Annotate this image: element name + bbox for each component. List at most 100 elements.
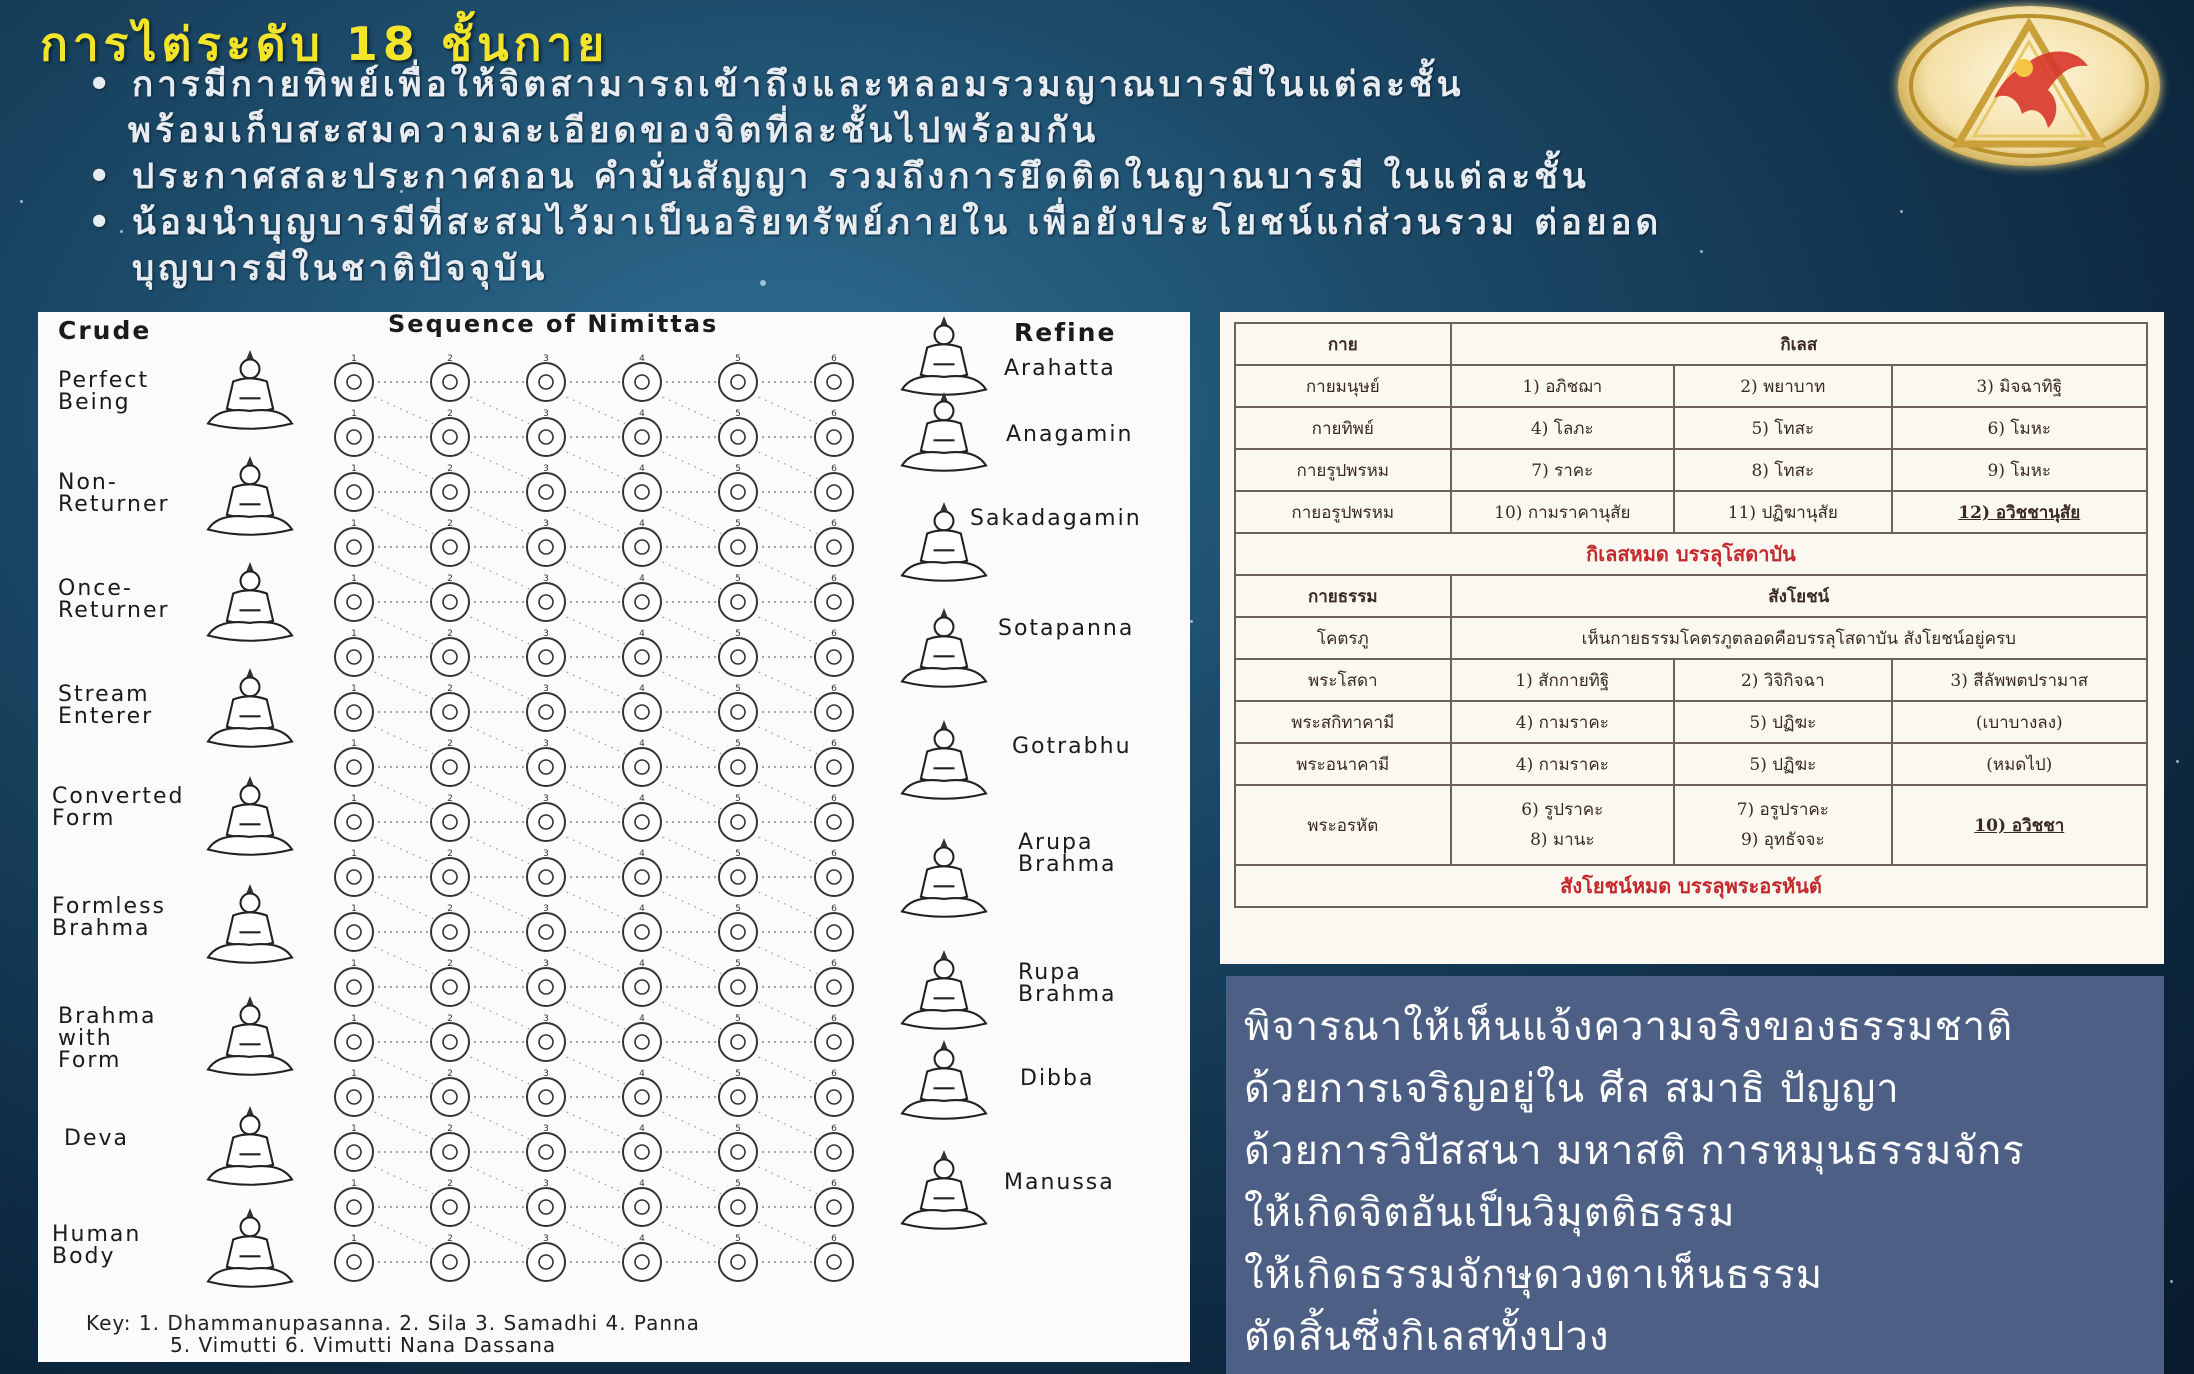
level-label-crude: Converted Form <box>52 784 185 831</box>
nimitta-link <box>463 503 533 536</box>
table-cell: 7) อรูปราคะ 9) อุทธัจจะ <box>1673 784 1893 866</box>
nimitta-number: 5 <box>735 794 741 804</box>
nimitta-circle <box>334 967 374 1007</box>
nimitta-link <box>463 723 533 756</box>
nimitta-link <box>559 503 629 536</box>
nimitta-circle <box>622 362 662 402</box>
table-cell: (หมดไป) <box>1890 742 2149 786</box>
nimitta-link <box>367 778 437 811</box>
nimitta-number: 3 <box>543 1234 549 1244</box>
nimitta-number: 5 <box>735 409 741 419</box>
nimitta-link <box>751 1053 821 1086</box>
nimitta-link <box>655 888 725 921</box>
nimitta-circle <box>526 1132 566 1172</box>
nimitta-link <box>559 723 629 756</box>
seated-buddha-icon <box>206 1106 294 1186</box>
nimitta-number: 4 <box>639 849 645 859</box>
nimitta-circle <box>430 417 470 457</box>
seated-buddha-icon <box>900 720 988 800</box>
key-line-1: Key: 1. Dhammanupasanna. 2. Sila 3. Sama… <box>86 1311 700 1335</box>
nimitta-number: 2 <box>447 1069 453 1079</box>
nimitta-circle <box>814 527 854 567</box>
nimitta-number: 2 <box>447 959 453 969</box>
nimitta-circle <box>718 967 758 1007</box>
table-cell: 5) ปฏิฆะ <box>1673 700 1893 744</box>
nimitta-link <box>559 778 629 811</box>
garuda-triangle-icon <box>1909 14 2149 158</box>
nimitta-circle <box>622 1077 662 1117</box>
nimitta-link <box>367 1108 437 1141</box>
nimitta-number: 3 <box>543 574 549 584</box>
nimitta-link <box>367 1218 437 1251</box>
nimitta-link <box>751 668 821 701</box>
nimitta-link <box>655 723 725 756</box>
table-header-row: กายธรรม สังโยชน์ <box>1234 574 2149 618</box>
nimitta-number: 2 <box>447 629 453 639</box>
table-cell: 11) ปฏิฆานุสัย <box>1673 490 1893 534</box>
nimitta-number: 2 <box>447 739 453 749</box>
diagram-key: Key: 1. Dhammanupasanna. 2. Sila 3. Sama… <box>86 1312 700 1356</box>
nimitta-circle <box>334 637 374 677</box>
nimitta-number: 2 <box>447 904 453 914</box>
nimitta-circle <box>622 1187 662 1227</box>
table-cell: 9) โมหะ <box>1890 448 2149 492</box>
nimitta-circle <box>430 1187 470 1227</box>
nimitta-number: 3 <box>543 1179 549 1189</box>
nimitta-link <box>367 613 437 646</box>
nimitta-circle <box>526 1187 566 1227</box>
nimitta-link <box>463 888 533 921</box>
nimitta-link <box>367 888 437 921</box>
nimitta-circle <box>526 472 566 512</box>
table-cell: พระอนาคามี <box>1234 742 1452 786</box>
nimitta-circle <box>814 747 854 787</box>
nimitta-number: 2 <box>447 1014 453 1024</box>
nimitta-number: 1 <box>351 354 357 364</box>
nimitta-number: 2 <box>447 519 453 529</box>
nimitta-circle <box>622 967 662 1007</box>
nimitta-link <box>655 503 725 536</box>
nimitta-number: 6 <box>831 739 837 749</box>
nimitta-circle <box>526 857 566 897</box>
table-cell: 7) ราคะ <box>1449 448 1676 492</box>
nimitta-number: 2 <box>447 409 453 419</box>
nimitta-number: 3 <box>543 684 549 694</box>
nimitta-number: 5 <box>735 959 741 969</box>
nimitta-number: 4 <box>639 739 645 749</box>
nimitta-circle <box>430 1077 470 1117</box>
reflection-text-box: พิจารณาให้เห็นแจ้งความจริงของธรรมชาติ ด้… <box>1226 976 2164 1374</box>
nimitta-link <box>559 833 629 866</box>
nimitta-link <box>463 1053 533 1086</box>
nimitta-number: 6 <box>831 1124 837 1134</box>
text-line: พิจารณาให้เห็นแจ้งความจริงของธรรมชาติ <box>1244 1004 2014 1050</box>
nimitta-circle <box>814 1132 854 1172</box>
nimitta-circle <box>622 1132 662 1172</box>
nimitta-link <box>751 558 821 591</box>
header-refine: Refine <box>1014 318 1117 347</box>
nimitta-number: 3 <box>543 1069 549 1079</box>
nimitta-number: 2 <box>447 1234 453 1244</box>
nimitta-number: 3 <box>543 519 549 529</box>
nimitta-link <box>463 778 533 811</box>
nimitta-circle <box>718 912 758 952</box>
seated-buddha-icon <box>900 1150 988 1230</box>
kaya-kilesa-table: กาย กิเลส กายมนุษย์ 1) อภิชฌา 2) พยาบาท 3) … <box>1234 322 2149 908</box>
nimitta-number: 6 <box>831 794 837 804</box>
seated-buddha-icon <box>206 668 294 748</box>
nimitta-number: 1 <box>351 794 357 804</box>
bullet-item: การมีกายทิพย์เพื่อให้จิตสามารถเข้าถึงและ… <box>88 62 2168 108</box>
nimitta-circle <box>526 362 566 402</box>
nimitta-link <box>751 833 821 866</box>
table-cell: 6) รูปราคะ 8) มานะ <box>1449 784 1676 866</box>
nimitta-circle <box>622 912 662 952</box>
nimitta-link <box>463 668 533 701</box>
nimitta-number: 1 <box>351 574 357 584</box>
nimitta-link <box>559 1218 629 1251</box>
nimitta-link <box>559 668 629 701</box>
nimitta-number: 1 <box>351 409 357 419</box>
level-label-refine: Arahatta <box>1004 356 1116 381</box>
nimitta-circle <box>334 472 374 512</box>
nimitta-number: 3 <box>543 1014 549 1024</box>
nimitta-circle <box>814 802 854 842</box>
nimitta-number: 5 <box>735 849 741 859</box>
nimitta-circle <box>430 637 470 677</box>
